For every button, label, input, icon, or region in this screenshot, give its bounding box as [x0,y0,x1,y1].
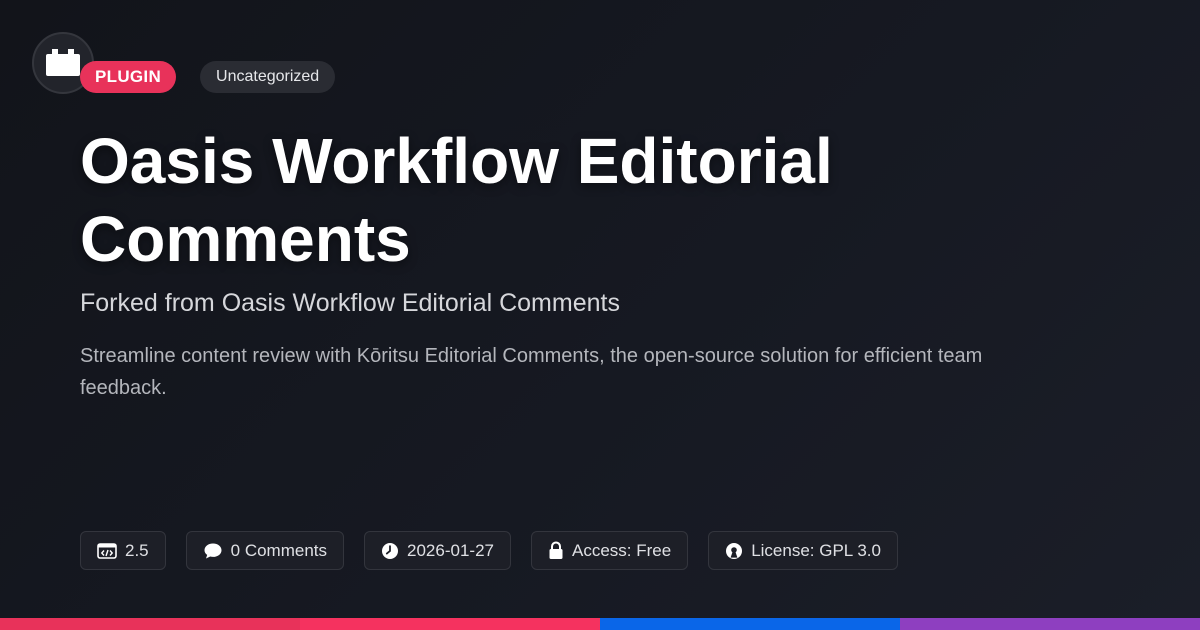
accent-bar [0,618,1200,630]
license-pill: License: GPL 3.0 [708,531,898,570]
license-label: License: GPL 3.0 [751,540,881,560]
accent-bar-segment [0,618,300,630]
meta-row: 2.5 0 Comments 2026-01-27 Access: Free L… [80,531,898,570]
version-label: 2.5 [125,540,149,560]
badge-row: PLUGIN Uncategorized [80,61,336,93]
access-label: Access: Free [571,540,672,560]
date-label: 2026-01-27 [407,540,494,560]
open-source-icon [726,542,743,559]
type-badge[interactable]: PLUGIN [80,61,177,93]
accent-bar-segment [900,618,1200,630]
category-badge[interactable]: Uncategorized [200,61,336,93]
page-title: Oasis Workflow Editorial Comments [80,125,833,275]
comments-pill[interactable]: 0 Comments [185,531,345,570]
accent-bar-segment [300,618,600,630]
access-pill: Access: Free [530,531,689,570]
social-card: PLUGIN Uncategorized Oasis Workflow Edit… [0,0,1200,630]
comments-label: 0 Comments [230,540,328,560]
description: Streamline content review with Kōritsu E… [80,345,983,399]
speech-bubble-icon [204,543,222,558]
date-pill: 2026-01-27 [364,531,511,570]
subtitle: Forked from Oasis Workflow Editorial Com… [80,289,620,317]
lock-icon [549,541,563,559]
plugin-block-icon [46,49,80,76]
clock-icon [382,542,399,559]
accent-bar-segment [600,618,900,630]
version-pill: 2.5 [80,531,166,570]
code-window-icon [97,542,117,559]
